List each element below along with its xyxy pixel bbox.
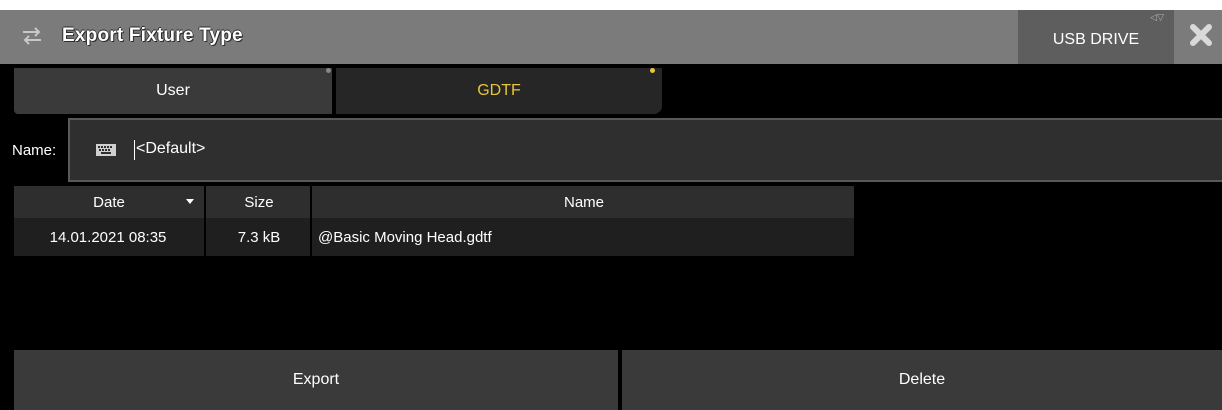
close-icon: [1189, 23, 1213, 52]
export-fixture-type-window: Export Fixture Type ◁▽ USB DRIVE User GD…: [0, 10, 1222, 410]
tab-gdtf-label: GDTF: [477, 82, 521, 99]
swap-arrows-icon: [20, 26, 44, 46]
column-header-size-label: Size: [244, 193, 274, 211]
cell-date: 14.01.2021 08:35: [14, 218, 206, 256]
cell-name: @Basic Moving Head.gdtf: [314, 218, 856, 256]
name-label: Name:: [12, 142, 57, 159]
tab-user[interactable]: User: [14, 68, 332, 114]
column-header-name[interactable]: Name: [314, 186, 856, 218]
tab-user-label: User: [156, 82, 190, 99]
export-button[interactable]: Export: [14, 350, 618, 410]
usb-drive-button[interactable]: ◁▽ USB DRIVE: [1018, 10, 1174, 64]
text-caret: [134, 140, 135, 160]
usb-drive-label: USB DRIVE: [1052, 31, 1140, 48]
column-header-date[interactable]: Date: [14, 186, 206, 218]
column-header-date-label: Date: [93, 193, 125, 211]
table-header: Date Size Name: [14, 186, 856, 218]
name-input[interactable]: <Default>: [68, 118, 1222, 182]
drive-status-icon: ◁▽: [1150, 12, 1164, 22]
cell-size: 7.3 kB: [208, 218, 312, 256]
keyboard-icon[interactable]: [96, 143, 116, 156]
table-row[interactable]: 14.01.2021 08:35 7.3 kB @Basic Moving He…: [14, 218, 856, 256]
delete-button-label: Delete: [898, 371, 946, 388]
file-table: Date Size Name 14.01.2021 08:35 7.3 kB @…: [14, 186, 856, 256]
tab-indicator-dot: [650, 68, 655, 73]
name-value: <Default>: [136, 140, 206, 157]
tab-indicator-dot: [326, 68, 331, 73]
column-header-size[interactable]: Size: [208, 186, 312, 218]
sort-desc-icon: [186, 199, 194, 204]
column-header-name-label: Name: [563, 193, 604, 211]
export-button-label: Export: [292, 371, 340, 388]
window-title: Export Fixture Type: [62, 25, 243, 46]
tab-gdtf[interactable]: GDTF: [336, 68, 662, 114]
name-row: Name: <Default>: [0, 118, 1222, 182]
close-button[interactable]: [1180, 10, 1222, 64]
delete-button[interactable]: Delete: [622, 350, 1222, 410]
title-bar: Export Fixture Type ◁▽ USB DRIVE: [0, 10, 1222, 64]
